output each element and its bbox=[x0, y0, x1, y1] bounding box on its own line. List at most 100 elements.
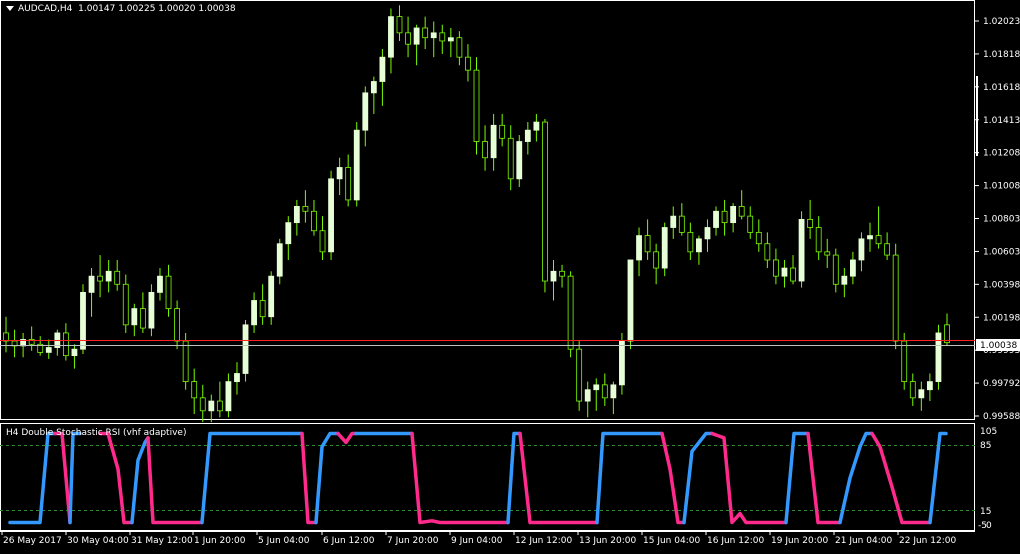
bull-candle-body bbox=[285, 222, 292, 245]
indicator-down-segment bbox=[518, 431, 599, 525]
bull-candle-body bbox=[867, 235, 873, 240]
indicator-up-segment bbox=[68, 431, 82, 525]
bull-candle-body bbox=[379, 56, 386, 82]
symbol-title: AUDCAD,H4 bbox=[18, 4, 73, 14]
bull-candle-body bbox=[208, 400, 215, 412]
bull-candle-body bbox=[670, 215, 677, 228]
time-tick-label: 21 Jun 04:00 bbox=[835, 536, 892, 546]
bull-candle-body bbox=[858, 238, 865, 261]
time-tick-label: 22 Jun 12:00 bbox=[899, 536, 956, 546]
bear-candle-body bbox=[815, 227, 822, 253]
price-tick-label: 1.01008 bbox=[983, 182, 1020, 192]
bull-candle-body bbox=[636, 235, 642, 261]
bear-candle-body bbox=[773, 259, 779, 277]
time-tick-label: 1 Jun 20:00 bbox=[194, 536, 246, 546]
bear-candle-body bbox=[473, 69, 480, 142]
bull-candle-body bbox=[696, 238, 702, 253]
bull-candle-body bbox=[388, 16, 394, 58]
bear-candle-body bbox=[567, 275, 574, 350]
indicator-up-segment bbox=[130, 436, 150, 525]
bull-candle-body bbox=[157, 275, 163, 293]
bull-candle-body bbox=[593, 384, 600, 391]
indicator-lines bbox=[8, 431, 948, 525]
bear-candle-body bbox=[653, 251, 660, 269]
bull-candle-body bbox=[447, 37, 454, 42]
bull-candle-body bbox=[918, 389, 925, 399]
indicator-up-segment bbox=[8, 431, 57, 525]
bear-candle-body bbox=[824, 251, 831, 256]
chart-canvas[interactable]: 1.02023 1.01818 1.01618 1.01413 1.01208 1.010… bbox=[0, 0, 1020, 551]
bear-candle-body bbox=[482, 141, 488, 159]
time-axis: 26 May 2017 30 May 04:00 31 May 12:00 1 Jun… bbox=[1, 531, 956, 546]
bear-candle-body bbox=[507, 137, 514, 180]
bear-candle-body bbox=[345, 167, 352, 201]
indicator-down-segment bbox=[336, 431, 358, 445]
time-tick-label: 13 Jun 20:00 bbox=[579, 536, 636, 546]
bear-candle-body bbox=[405, 32, 411, 45]
bull-candle-body bbox=[730, 206, 737, 224]
indicator-title: H4 Double Stochastic RSI (vhf adaptive) bbox=[6, 428, 187, 438]
bear-candle-body bbox=[139, 308, 146, 329]
bear-candle-body bbox=[439, 32, 446, 42]
bull-candle-body bbox=[131, 308, 138, 326]
price-tick-label: 0.99588 bbox=[983, 412, 1020, 422]
bull-candle-body bbox=[328, 178, 334, 253]
bull-candle-body bbox=[704, 227, 711, 240]
bear-candle-body bbox=[302, 206, 309, 212]
main-pane-border bbox=[0, 0, 975, 420]
bear-candle-body bbox=[456, 37, 463, 58]
bull-candle-body bbox=[490, 124, 497, 159]
indicator-down-segment bbox=[870, 431, 932, 525]
chevron-down-icon[interactable] bbox=[6, 6, 14, 11]
time-tick-label: 7 Jun 20:00 bbox=[387, 536, 439, 546]
bull-candle-body bbox=[627, 259, 634, 342]
bull-candle-body bbox=[713, 210, 719, 228]
time-tick-label: 26 May 2017 bbox=[3, 536, 62, 546]
bid-price-text: 1.00038 bbox=[980, 341, 1017, 351]
indicator-up-segment bbox=[682, 431, 714, 525]
bear-candle-body bbox=[311, 210, 317, 232]
bear-candle-body bbox=[909, 381, 916, 399]
price-tick-label: 1.00198 bbox=[983, 313, 1020, 323]
bull-candle-body bbox=[430, 32, 437, 39]
indicator-up-segment bbox=[784, 431, 810, 525]
chart-title[interactable]: AUDCAD,H4 1.00147 1.00225 1.00020 1.0003… bbox=[6, 4, 236, 14]
bear-candle-body bbox=[576, 348, 583, 402]
bear-candle-body bbox=[174, 308, 180, 342]
price-tick-label: 1.00398 bbox=[983, 280, 1020, 290]
bear-candle-body bbox=[97, 275, 103, 282]
indicator-up-segment bbox=[928, 431, 948, 525]
indicator-up-segment bbox=[506, 431, 522, 525]
bear-candle-body bbox=[559, 270, 565, 277]
bull-candle-body bbox=[850, 259, 856, 277]
bull-candle-body bbox=[148, 291, 155, 329]
scrollbar-handle[interactable] bbox=[976, 76, 978, 156]
ohlc-values: 1.00147 1.00225 1.00020 1.00038 bbox=[78, 4, 236, 14]
bull-candle-body bbox=[225, 381, 232, 412]
time-tick-label: 9 Jun 04:00 bbox=[451, 536, 503, 546]
chart-window[interactable]: 1.02023 1.01818 1.01618 1.01413 1.01208 1.010… bbox=[0, 0, 1020, 551]
price-tick-label: 1.01413 bbox=[983, 116, 1020, 126]
bear-candle-body bbox=[832, 254, 839, 285]
bear-candle-body bbox=[199, 397, 206, 412]
bear-candle-body bbox=[687, 231, 694, 253]
bear-candle-body bbox=[601, 384, 608, 399]
price-tick-label: 1.00803 bbox=[983, 215, 1020, 225]
bear-candle-body bbox=[319, 230, 326, 253]
bull-candle-body bbox=[293, 206, 300, 224]
price-tick-label: 1.01618 bbox=[983, 83, 1020, 93]
indicator-down-segment bbox=[300, 431, 318, 525]
bear-candle-body bbox=[499, 124, 506, 139]
bear-candle-body bbox=[644, 235, 651, 253]
bear-candle-body bbox=[901, 340, 908, 383]
level-85-label: 85 bbox=[980, 441, 991, 451]
bull-candle-body bbox=[413, 27, 420, 45]
price-tick-label: 0.99792 bbox=[983, 379, 1020, 389]
bear-candle-body bbox=[721, 210, 728, 224]
bear-candle-body bbox=[259, 300, 266, 318]
bull-candle-body bbox=[661, 227, 668, 269]
bear-candle-body bbox=[191, 381, 198, 399]
price-tick-label: 1.00603 bbox=[983, 247, 1020, 257]
time-tick-label: 6 Jun 12:00 bbox=[323, 536, 375, 546]
bull-candle-body bbox=[251, 300, 257, 326]
